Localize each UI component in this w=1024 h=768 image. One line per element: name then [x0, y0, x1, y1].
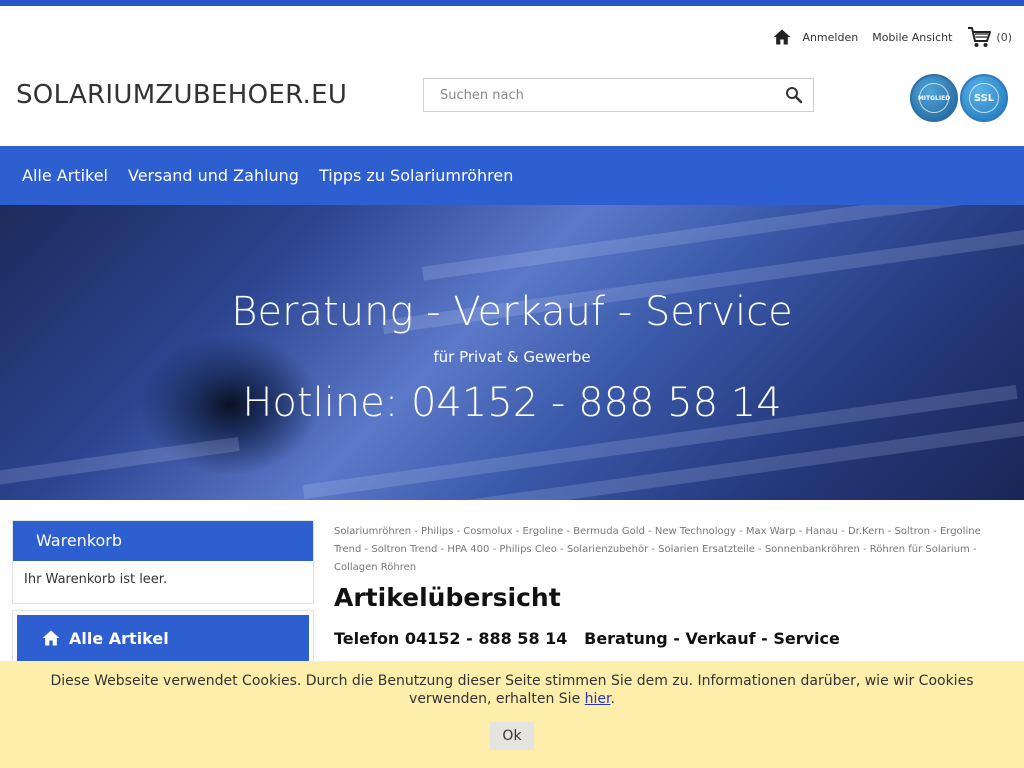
mobile-view-link[interactable]: Mobile Ansicht — [872, 31, 952, 44]
member-seal-badge[interactable]: MITGLIED — [910, 74, 958, 122]
cookie-info-link[interactable]: hier — [585, 691, 611, 707]
hero-hotline: Hotline: 04152 - 888 58 14 — [242, 380, 782, 426]
tag-separator: - — [754, 544, 765, 555]
tag-separator: - — [795, 526, 806, 537]
tag-separator: - — [453, 526, 464, 537]
hero-subtitle: für Privat & Gewerbe — [433, 348, 591, 366]
tag-separator: - — [969, 544, 977, 555]
main-nav: Alle Artikel Versand und Zahlung Tipps z… — [0, 146, 1024, 205]
nav-item-shipping-payment[interactable]: Versand und Zahlung — [118, 166, 309, 185]
cart-empty-text: Ihr Warenkorb ist leer. — [24, 572, 168, 587]
tag-separator: - — [489, 544, 500, 555]
tag-link[interactable]: Solarienzubehör — [567, 544, 648, 555]
tag-separator: - — [411, 526, 422, 537]
tag-link[interactable]: Max Warp — [746, 526, 796, 537]
tag-link[interactable]: Solarien Ersatzteile — [658, 544, 755, 555]
member-seal-label: MITGLIED — [918, 83, 950, 113]
hero-decor — [0, 436, 240, 488]
tag-link[interactable]: Bermuda Gold — [573, 526, 645, 537]
nav-item-tube-tips[interactable]: Tipps zu Solariumröhren — [309, 166, 523, 185]
tag-link[interactable]: Cosmolux — [463, 526, 512, 537]
ssl-seal-label: SSL — [969, 83, 999, 113]
tag-separator: - — [556, 544, 567, 555]
tag-link[interactable]: Philips Cleo — [499, 544, 556, 555]
tag-links: Solariumröhren - Philips - Cosmolux - Er… — [334, 523, 994, 577]
page-title: Artikelübersicht — [334, 583, 561, 612]
tag-link[interactable]: Collagen Röhren — [334, 562, 416, 573]
hero-title: Beratung - Verkauf - Service — [231, 289, 793, 335]
phone-line: Telefon 04152 - 888 58 14 Beratung - Ver… — [334, 629, 840, 648]
all-articles-category-button[interactable]: Alle Artikel — [17, 615, 309, 661]
nav-item-all-articles[interactable]: Alle Artikel — [12, 166, 118, 185]
tag-link[interactable]: Philips — [421, 526, 453, 537]
cookie-banner: Diese Webseite verwendet Cookies. Durch … — [0, 661, 1024, 768]
cookie-ok-button[interactable]: Ok — [490, 722, 534, 750]
tag-separator: - — [929, 526, 940, 537]
category-button-label: Alle Artikel — [69, 628, 169, 648]
cookie-text: Diese Webseite verwendet Cookies. Durch … — [50, 673, 974, 707]
login-link[interactable]: Anmelden — [802, 31, 858, 44]
tag-separator: - — [563, 526, 574, 537]
tag-link[interactable]: Ergoline — [522, 526, 563, 537]
tag-separator: - — [837, 526, 848, 537]
tag-separator: - — [859, 544, 870, 555]
tag-link[interactable]: New Technology — [655, 526, 736, 537]
site-logo[interactable]: SOLARIUMZUBEHOER.EU — [16, 80, 347, 110]
site-header: Anmelden Mobile Ansicht (0) SOLARIUMZUBE… — [0, 6, 1024, 146]
top-links: Anmelden Mobile Ansicht (0) — [772, 24, 1012, 50]
search-box — [423, 78, 814, 112]
tag-separator: - — [512, 526, 523, 537]
home-icon[interactable] — [772, 27, 792, 47]
search-input[interactable] — [424, 79, 764, 111]
hero-banner: Beratung - Verkauf - Service für Privat … — [0, 205, 1024, 500]
tag-link[interactable]: Solariumröhren — [334, 526, 411, 537]
tag-separator: - — [648, 544, 659, 555]
cookie-text-end: . — [610, 691, 615, 707]
sidebar-cart-box: Warenkorb Ihr Warenkorb ist leer. — [12, 520, 314, 604]
tag-separator: - — [735, 526, 746, 537]
tag-separator: - — [884, 526, 895, 537]
tag-link[interactable]: Soltron Trend — [371, 544, 437, 555]
cart-count[interactable]: (0) — [996, 31, 1012, 44]
tag-link[interactable]: Dr.Kern — [848, 526, 885, 537]
tag-separator: - — [644, 526, 655, 537]
cookie-message: Diese Webseite verwendet Cookies. Durch … — [0, 661, 1024, 708]
cart-box-title[interactable]: Warenkorb — [13, 521, 313, 561]
home-icon — [42, 630, 60, 646]
tag-separator: - — [437, 544, 448, 555]
tag-separator: - — [361, 544, 372, 555]
tag-link[interactable]: Soltron — [894, 526, 930, 537]
ssl-seal-badge[interactable]: SSL — [960, 74, 1008, 122]
search-icon[interactable] — [785, 86, 803, 104]
tag-link[interactable]: Sonnenbankröhren — [765, 544, 860, 555]
tag-link[interactable]: Hanau — [806, 526, 838, 537]
cart-icon[interactable] — [966, 24, 992, 50]
tag-link[interactable]: Röhren für Solarium — [870, 544, 970, 555]
tag-link[interactable]: HPA 400 — [447, 544, 489, 555]
